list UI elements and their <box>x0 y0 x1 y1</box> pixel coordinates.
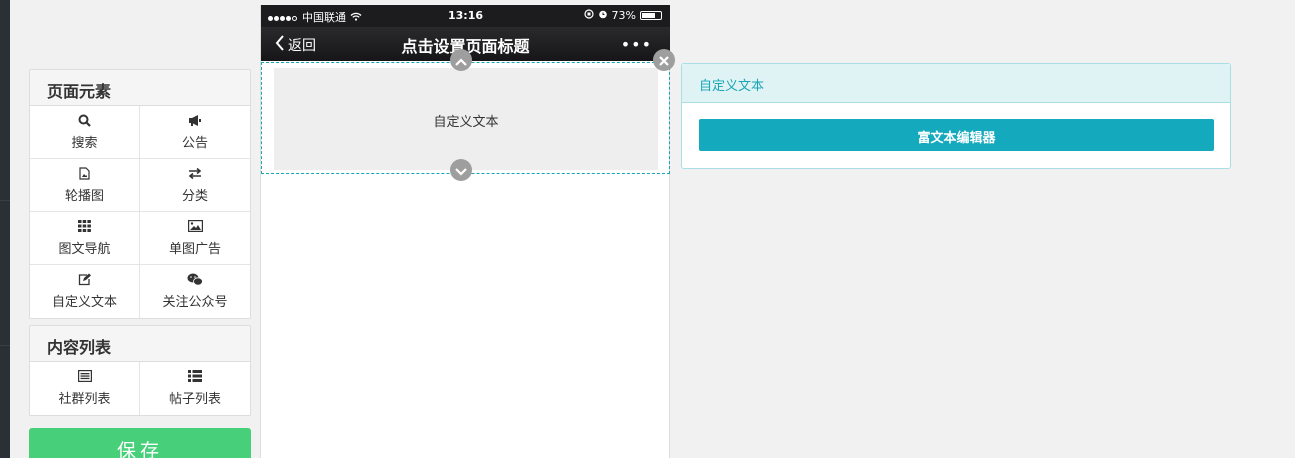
page-elements-panel: 页面元素 搜索 公告 轮播图 分类 图文导航 单图广告 自定义文本 关注公众号 <box>29 69 251 319</box>
page-elements-grid: 搜索 公告 轮播图 分类 图文导航 单图广告 自定义文本 关注公众号 <box>30 106 250 318</box>
alarm-icon <box>598 9 608 22</box>
element-follow-account[interactable]: 关注公众号 <box>140 265 250 318</box>
content-list-title: 内容列表 <box>30 326 250 362</box>
list-alt-icon <box>30 370 139 386</box>
rich-text-editor-button[interactable]: 富文本编辑器 <box>699 119 1214 151</box>
content-list-panel: 内容列表 社群列表 帖子列表 <box>29 325 251 416</box>
element-label: 公告 <box>181 136 208 151</box>
element-carousel[interactable]: 轮播图 <box>30 159 140 212</box>
edit-icon <box>30 273 139 289</box>
element-search[interactable]: 搜索 <box>30 106 140 159</box>
grid-icon <box>30 220 139 236</box>
element-label: 关注公众号 <box>162 295 228 310</box>
element-notice[interactable]: 公告 <box>140 106 250 159</box>
editor-panel: 自定义文本 富文本编辑器 <box>681 63 1231 169</box>
element-community-list[interactable]: 社群列表 <box>30 362 140 415</box>
element-label: 单图广告 <box>168 242 221 257</box>
selected-block-outline: 自定义文本 <box>261 62 670 174</box>
element-label: 搜索 <box>71 136 98 151</box>
element-label: 分类 <box>181 189 208 204</box>
element-post-list[interactable]: 帖子列表 <box>140 362 250 415</box>
orientation-lock-icon <box>583 9 594 22</box>
more-button[interactable]: ••• <box>621 35 652 54</box>
move-up-button[interactable] <box>450 49 472 71</box>
element-label: 自定义文本 <box>51 295 117 310</box>
picture-icon <box>140 220 250 236</box>
battery-percent: 73% <box>611 9 636 22</box>
delete-button[interactable] <box>653 49 675 71</box>
exchange-icon <box>140 167 250 183</box>
element-image-nav[interactable]: 图文导航 <box>30 212 140 265</box>
save-button[interactable]: 保存 <box>29 428 251 458</box>
custom-text-block[interactable]: 自定义文本 <box>274 68 658 170</box>
close-icon <box>659 51 669 70</box>
list-icon <box>140 370 250 386</box>
status-bar: 中国联通 13:16 73% <box>261 5 670 27</box>
chevron-up-icon <box>455 51 467 70</box>
element-single-ad[interactable]: 单图广告 <box>140 212 250 265</box>
element-label: 轮播图 <box>64 189 104 204</box>
search-icon <box>30 114 139 130</box>
file-image-icon <box>30 167 139 183</box>
page-elements-title: 页面元素 <box>30 70 250 106</box>
left-edge-strip <box>0 0 10 458</box>
element-custom-text[interactable]: 自定义文本 <box>30 265 140 318</box>
editor-title: 自定义文本 <box>682 64 1230 103</box>
element-category[interactable]: 分类 <box>140 159 250 212</box>
battery-icon <box>640 11 662 20</box>
element-label: 帖子列表 <box>168 392 221 407</box>
wechat-icon <box>140 273 250 289</box>
move-down-button[interactable] <box>450 159 472 181</box>
content-list-grid: 社群列表 帖子列表 <box>30 362 250 415</box>
element-label: 图文导航 <box>58 242 111 257</box>
element-label: 社群列表 <box>58 392 111 407</box>
bullhorn-icon <box>140 114 250 130</box>
chevron-down-icon <box>455 161 467 180</box>
phone-preview: 中国联通 13:16 73% 返回 点击设置页面标题 ••• 自定义文本 <box>260 5 675 458</box>
